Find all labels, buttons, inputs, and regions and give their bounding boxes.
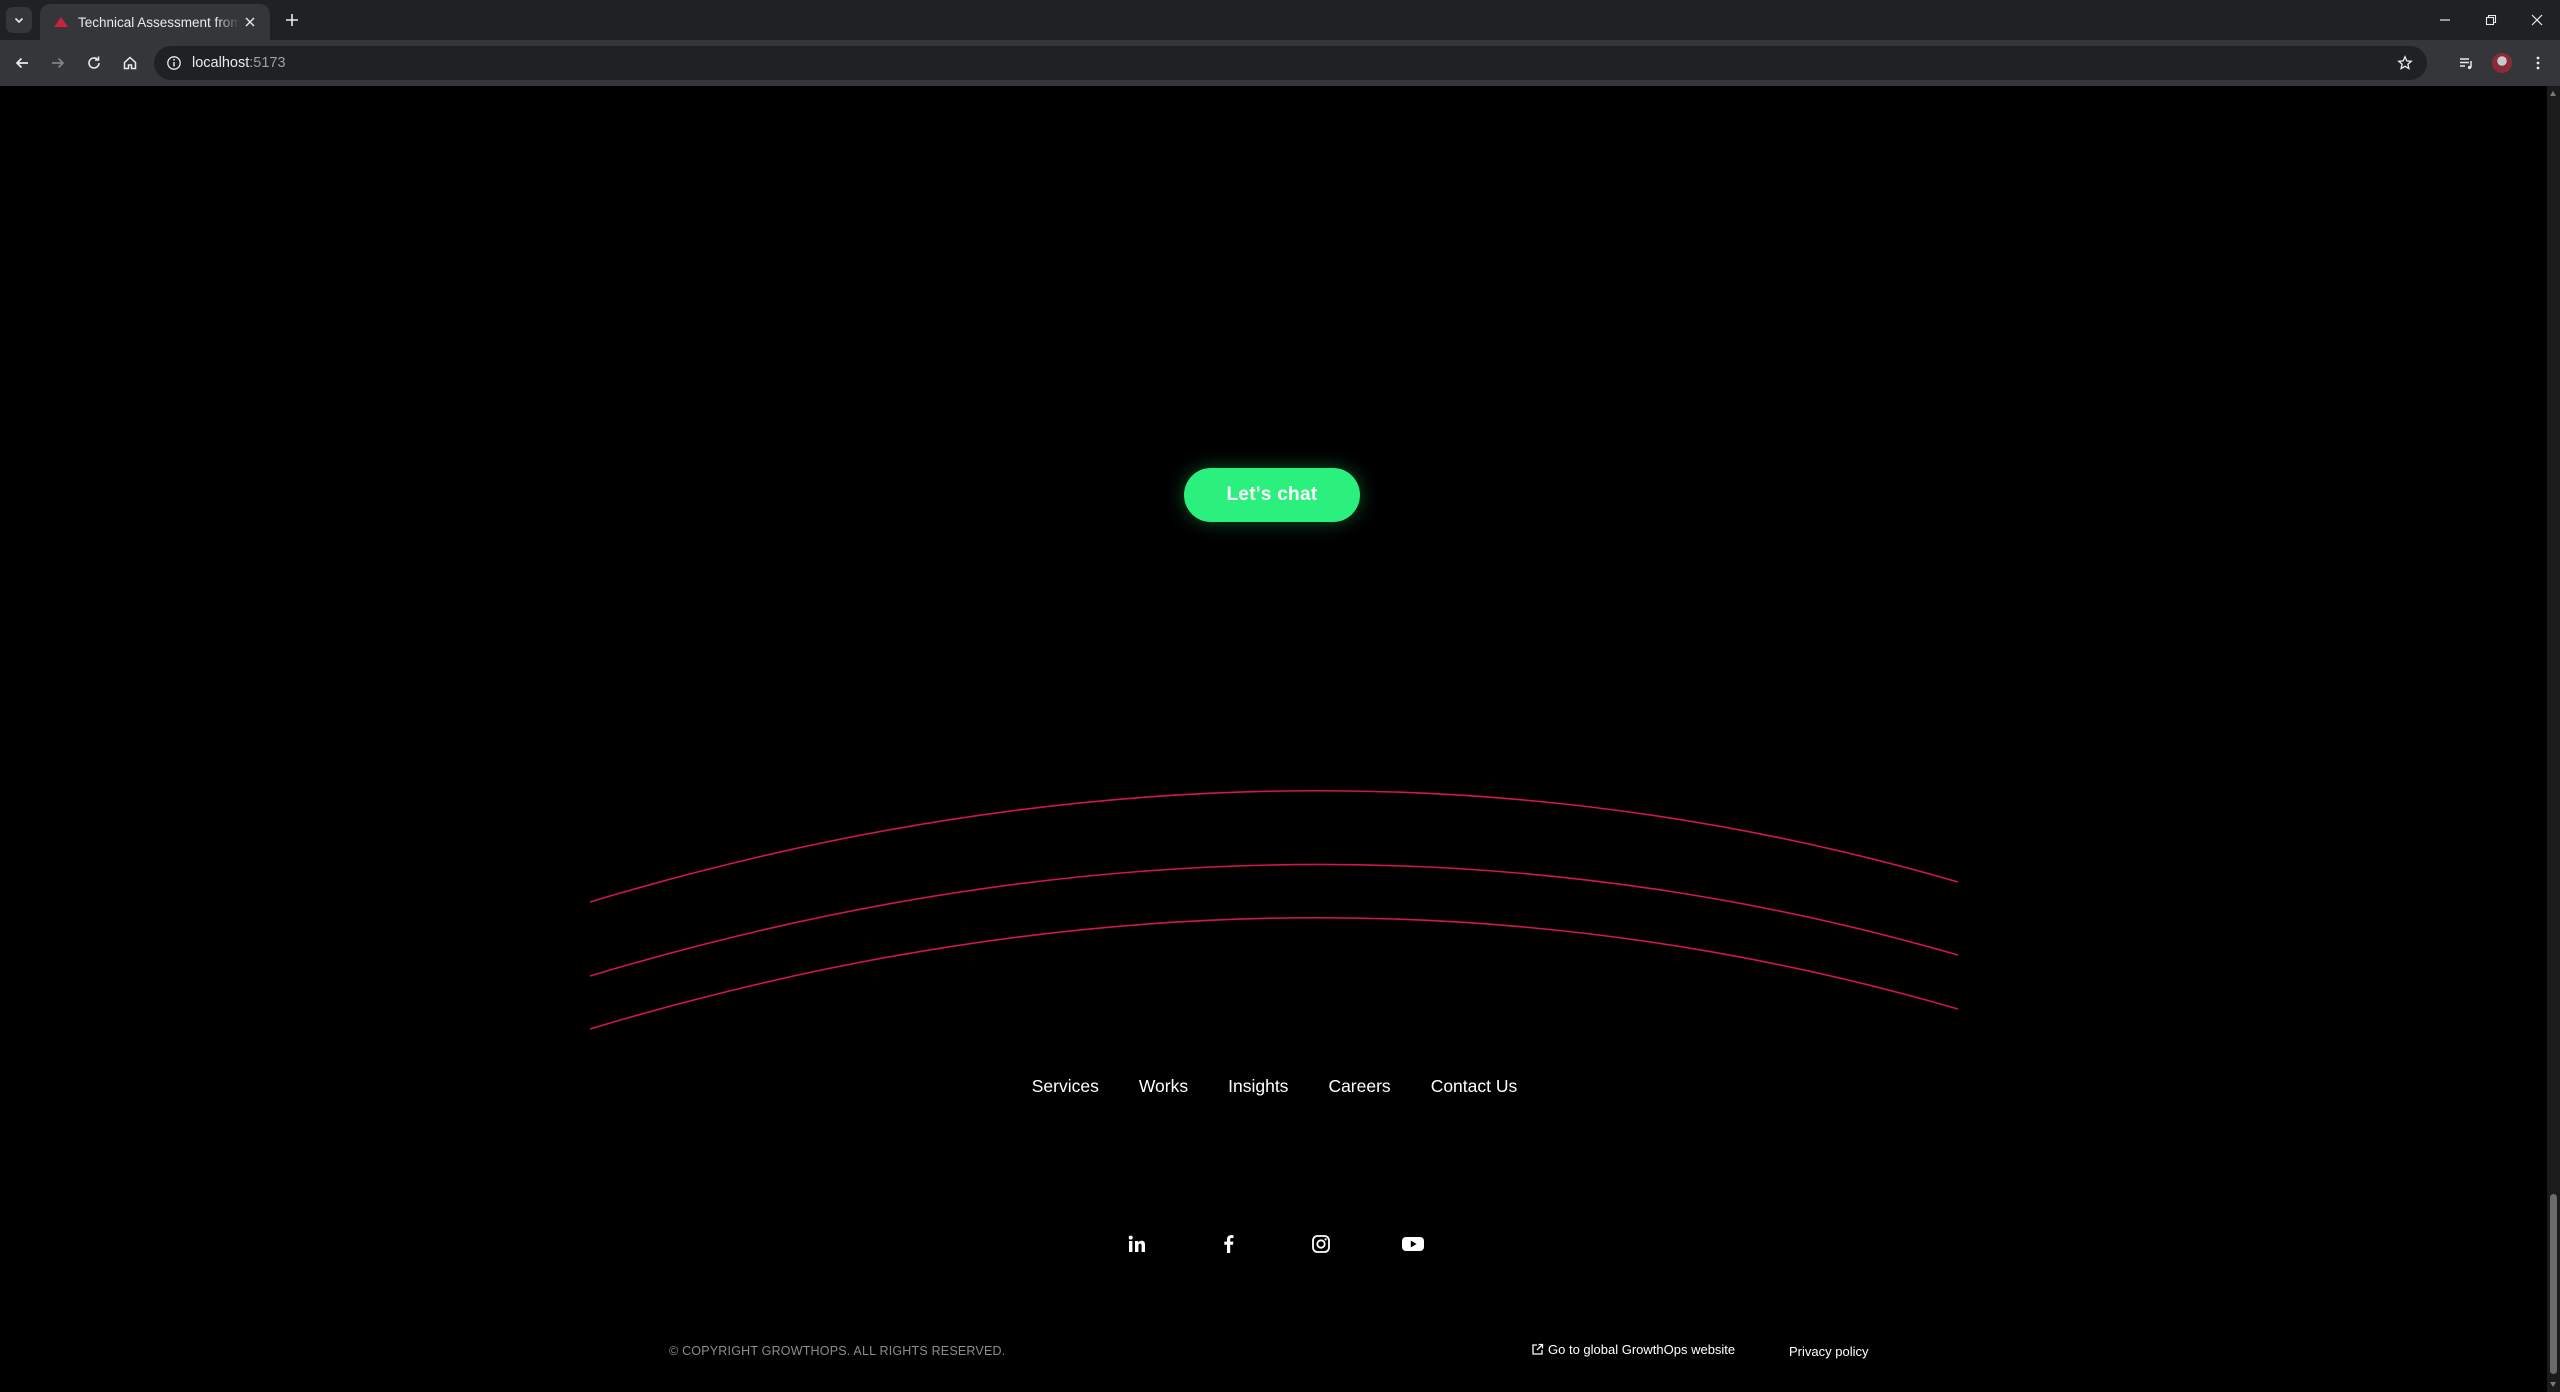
playlist-icon	[2460, 58, 2472, 70]
tab-close-button[interactable]	[240, 12, 260, 32]
external-link-icon	[1532, 1343, 1544, 1355]
chevron-down-icon	[14, 17, 24, 24]
privacy-policy-link[interactable]: Privacy policy	[1789, 1344, 1868, 1359]
arrow-right-icon	[52, 57, 65, 69]
browser-menu-button[interactable]	[2524, 49, 2552, 77]
url-port: :5173	[249, 55, 286, 71]
home-button[interactable]	[116, 49, 144, 77]
bookmark-star-button[interactable]	[2395, 53, 2415, 73]
address-bar[interactable]: localhost:5173	[154, 46, 2427, 80]
more-vertical-icon	[2536, 56, 2540, 70]
restore-icon	[2485, 14, 2497, 26]
facebook-icon[interactable]	[1217, 1232, 1241, 1256]
page-scrollbar[interactable]	[2547, 86, 2560, 1392]
footer-nav: Services Works Insights Careers Contact …	[0, 1076, 2547, 1097]
close-window-button[interactable]	[2514, 0, 2560, 40]
arc-line-top	[589, 789, 1959, 903]
site-favicon-icon	[54, 17, 68, 27]
browser-tab-active[interactable]: Technical Assessment from GrowthOps	[40, 4, 270, 40]
plus-icon	[286, 14, 298, 26]
footer-link-insights[interactable]: Insights	[1228, 1076, 1288, 1097]
instagram-icon[interactable]	[1309, 1232, 1333, 1256]
forward-button[interactable]	[44, 49, 72, 77]
reload-icon	[88, 56, 100, 69]
home-icon	[123, 56, 137, 70]
site-info-icon[interactable]	[164, 53, 184, 73]
window-controls	[2422, 0, 2560, 40]
global-growthops-link-label: Go to global GrowthOps website	[1548, 1342, 1736, 1357]
scroll-down-arrow-icon[interactable]	[2550, 1382, 2556, 1387]
tab-title: Technical Assessment from GrowthOps	[78, 14, 240, 30]
tab-search-button[interactable]	[6, 7, 32, 33]
browser-toolbar: localhost:5173	[0, 40, 2560, 86]
minimize-icon	[2440, 19, 2450, 21]
new-tab-button[interactable]	[280, 8, 304, 32]
footer-link-works[interactable]: Works	[1139, 1076, 1188, 1097]
reload-button[interactable]	[80, 49, 108, 77]
youtube-icon[interactable]	[1401, 1232, 1425, 1256]
footer-link-careers[interactable]: Careers	[1328, 1076, 1390, 1097]
browser-tab-bar: Technical Assessment from GrowthOps	[0, 0, 2560, 40]
scrollbar-thumb[interactable]	[2550, 1194, 2557, 1374]
copyright-text: © COPYRIGHT GROWTHOPS. ALL RIGHTS RESERV…	[669, 1344, 1006, 1358]
url-host: localhost	[192, 55, 250, 71]
global-growthops-link[interactable]: Go to global GrowthOps website	[1531, 1342, 1735, 1357]
minimize-button[interactable]	[2422, 0, 2468, 40]
back-button[interactable]	[8, 49, 36, 77]
linkedin-icon[interactable]	[1125, 1232, 1149, 1256]
close-icon	[2531, 14, 2543, 26]
arc-line-bottom	[589, 916, 1959, 1030]
profile-button[interactable]	[2488, 49, 2516, 77]
scroll-up-arrow-icon[interactable]	[2550, 91, 2556, 96]
restore-button[interactable]	[2468, 0, 2514, 40]
avatar	[2492, 53, 2512, 73]
decorative-arcs	[589, 789, 1959, 1030]
arrow-left-icon	[15, 57, 28, 69]
footer-link-services[interactable]: Services	[1032, 1076, 1099, 1097]
media-control-button[interactable]	[2452, 49, 2480, 77]
star-icon	[2397, 55, 2413, 70]
url-text: localhost:5173	[192, 55, 286, 71]
close-icon	[245, 17, 255, 27]
footer-link-contact-us[interactable]: Contact Us	[1431, 1076, 1518, 1097]
social-links	[0, 1232, 2547, 1256]
page-viewport: Let's chat Services Works Insights Caree…	[0, 86, 2547, 1392]
